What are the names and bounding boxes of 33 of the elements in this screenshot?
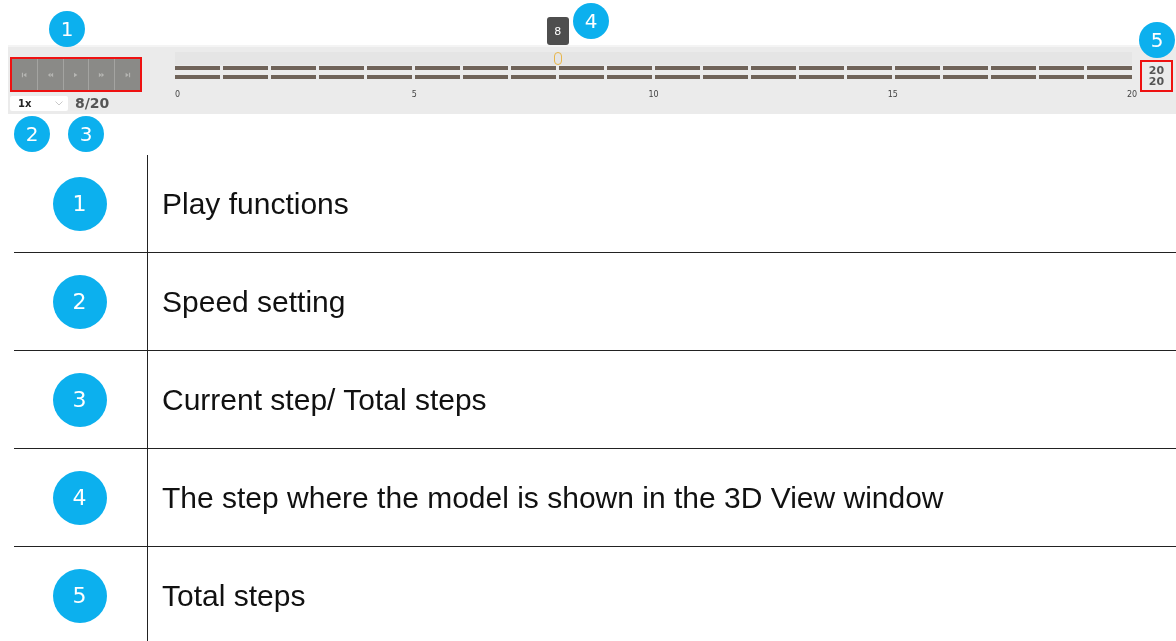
slider-track[interactable] xyxy=(175,52,1132,65)
last-step-icon xyxy=(124,71,132,78)
number-badge: 4 xyxy=(52,470,107,525)
tick-label: 0 xyxy=(175,90,181,99)
description-text: Play functions xyxy=(162,186,349,221)
callout-badge: 3 xyxy=(68,116,104,152)
tick-label: 15 xyxy=(887,90,898,99)
callout-badge: 5 xyxy=(1139,22,1175,58)
fast-forward-icon xyxy=(98,71,106,78)
total-steps-label: 20 xyxy=(1148,76,1165,87)
description-text: The step where the model is shown in the 3D View window xyxy=(162,480,944,515)
tick-label: 10 xyxy=(648,90,659,99)
rewind-icon xyxy=(46,71,54,78)
step-tooltip: 8 xyxy=(546,17,569,45)
first-step-icon xyxy=(20,71,28,78)
callout-badge: 4 xyxy=(573,3,609,39)
speed-dropdown[interactable]: 1x xyxy=(10,95,68,111)
description-text: Current step/ Total steps xyxy=(162,382,487,417)
tick-label: 20 xyxy=(1126,90,1138,99)
step-counter: 8/20 xyxy=(75,95,110,111)
total-steps-label: 20 xyxy=(1148,65,1165,76)
number-badge: 1 xyxy=(52,176,107,231)
chevron-down-icon xyxy=(55,100,63,106)
number-badge: 5 xyxy=(52,568,107,623)
callout-badge: 1 xyxy=(49,11,85,47)
number-badge: 2 xyxy=(52,274,107,329)
timeline-track-drawing[interactable] xyxy=(175,66,1132,79)
description-text: Speed setting xyxy=(162,284,346,319)
number-badge: 3 xyxy=(52,372,107,427)
callout-badge: 2 xyxy=(14,116,50,152)
description-text: Total steps xyxy=(162,578,306,613)
tick-label: 5 xyxy=(411,90,417,99)
play-icon xyxy=(72,71,80,78)
